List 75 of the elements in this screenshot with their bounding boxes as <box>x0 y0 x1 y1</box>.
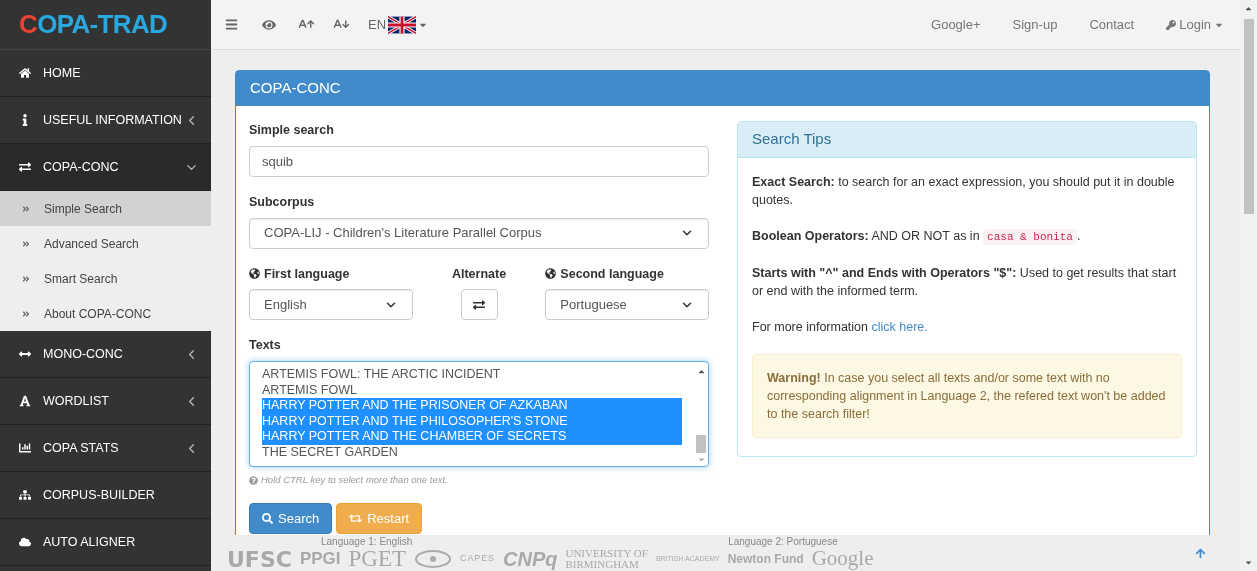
eye-logo-icon <box>414 549 452 569</box>
tip-text: Starts with "^" and Ends with Operators "$": Used to get results that start or end with the informed term. <box>752 265 1178 300</box>
uk-flag-icon <box>388 15 417 34</box>
tips-title: Search Tips <box>752 129 832 150</box>
globe-icon <box>249 268 260 280</box>
language-dropdown[interactable]: EN <box>368 14 429 35</box>
nav-link[interactable]: Contact <box>1089 14 1135 35</box>
help-text: Hold CTRL key to select more than one text. <box>261 473 448 487</box>
sponsor-logo: Newton Fund <box>727 551 804 568</box>
globe-icon <box>545 268 557 280</box>
site-logo[interactable]: COPA-TRAD <box>19 5 168 44</box>
scroll-up-icon <box>696 367 706 376</box>
search-icon <box>262 513 273 525</box>
swap-button[interactable] <box>460 289 498 321</box>
code-sample: casa & bonita <box>983 229 1077 245</box>
sponsor-logo: UFSC <box>227 545 292 571</box>
sponsor-logo: PPGI <box>299 548 341 571</box>
sponsor-logo: CNPq <box>503 547 558 571</box>
tip-text: Boolean Operators: AND OR NOT as in casa & bonita . <box>752 228 1082 246</box>
submenu-item[interactable]: Simple Search <box>0 191 211 226</box>
eye-icon[interactable] <box>262 17 276 32</box>
tip-text: For more information click here. <box>752 319 929 336</box>
font-icon <box>19 395 31 407</box>
sponsor-logo: Google <box>811 546 874 571</box>
scroll-thumb[interactable] <box>696 435 706 453</box>
double-chevron-icon <box>22 239 30 248</box>
home-icon <box>19 67 31 79</box>
panel-title: COPA-CONC <box>250 78 341 99</box>
submenu-item[interactable]: About COPA-CONC <box>0 296 211 331</box>
more-info-link[interactable]: click here. <box>871 320 928 334</box>
sidebar-item[interactable]: COPA-CONC <box>0 144 211 191</box>
search-field[interactable]: squib <box>249 145 709 177</box>
field-label: First language <box>264 265 350 283</box>
texts-listbox[interactable]: ARTEMIS FOWL: THE ARCTIC INCIDENT ARTEMIS FOWL HARRY POTTER AND THE PRISONER OF AZKABAN HARRY POTTER AND THE PHILOSOPHER'S STONE HARRY POTTER AND THE CHAMBER OF SECRETS THE SECRET GARDEN <box>249 361 709 467</box>
nav-link[interactable]: Sign-up <box>1012 14 1058 35</box>
search-button[interactable]: Search <box>249 503 333 535</box>
warning-alert: Warning! In case you select all texts and/or some text with no corresponding alignment in Language 2, the refered text won't be added to the search filter! <box>752 354 1182 438</box>
menu-icon[interactable] <box>225 18 238 31</box>
language-caption: Language 2: Portuguese <box>728 534 838 549</box>
exchange-icon <box>19 161 31 173</box>
subcorpus-select[interactable]: COPA-LIJ - Children's Literature Parallel Corpus <box>249 217 709 249</box>
language-caption: Language 1: English <box>321 534 413 549</box>
language-select[interactable]: Portuguese <box>545 289 709 321</box>
field-label: Subcorpus <box>249 193 315 211</box>
double-chevron-icon <box>22 204 30 213</box>
nav-link[interactable]: Google+ <box>931 14 981 35</box>
sponsor-logo: UNIVERSITY OF <box>565 548 648 559</box>
text-option[interactable]: THE SECRET GARDEN <box>262 444 682 461</box>
bar-chart-icon <box>19 442 31 454</box>
help-icon <box>249 475 258 485</box>
login-dropdown[interactable]: Login <box>1166 14 1224 35</box>
horizontal-arrows-icon <box>19 348 31 360</box>
field-label: Simple search <box>249 122 334 139</box>
field-label: Second language <box>560 265 664 283</box>
sponsor-logo: CAPES <box>460 552 496 566</box>
back-to-top-icon[interactable] <box>1195 548 1206 559</box>
double-chevron-icon <box>22 274 30 283</box>
scroll-thumb[interactable] <box>1243 19 1254 214</box>
field-label: Texts <box>249 337 281 355</box>
key-icon <box>1166 19 1177 30</box>
sponsor-logo: BIRMINGHAM <box>565 559 640 570</box>
language-select[interactable]: English <box>249 289 413 321</box>
field-label: Alternate <box>451 265 507 283</box>
double-chevron-icon <box>22 309 30 318</box>
scroll-up-icon <box>1244 4 1253 13</box>
text-option[interactable]: ARTEMIS FOWL: THE ARCTIC INCIDENT <box>262 367 682 383</box>
scroll-down-icon <box>1244 558 1253 567</box>
exchange-icon <box>473 298 485 311</box>
tip-text: Exact Search: to search for an exact expression, you should put it in double quotes. <box>752 174 1176 209</box>
submenu-item[interactable]: Smart Search <box>0 261 211 296</box>
text-option[interactable]: ARTEMIS FOWL <box>262 382 682 399</box>
scroll-down-icon <box>696 455 706 464</box>
sitemap-icon <box>19 489 31 501</box>
cloud-icon <box>19 536 31 548</box>
submenu-item[interactable]: Advanced Search <box>0 226 211 261</box>
